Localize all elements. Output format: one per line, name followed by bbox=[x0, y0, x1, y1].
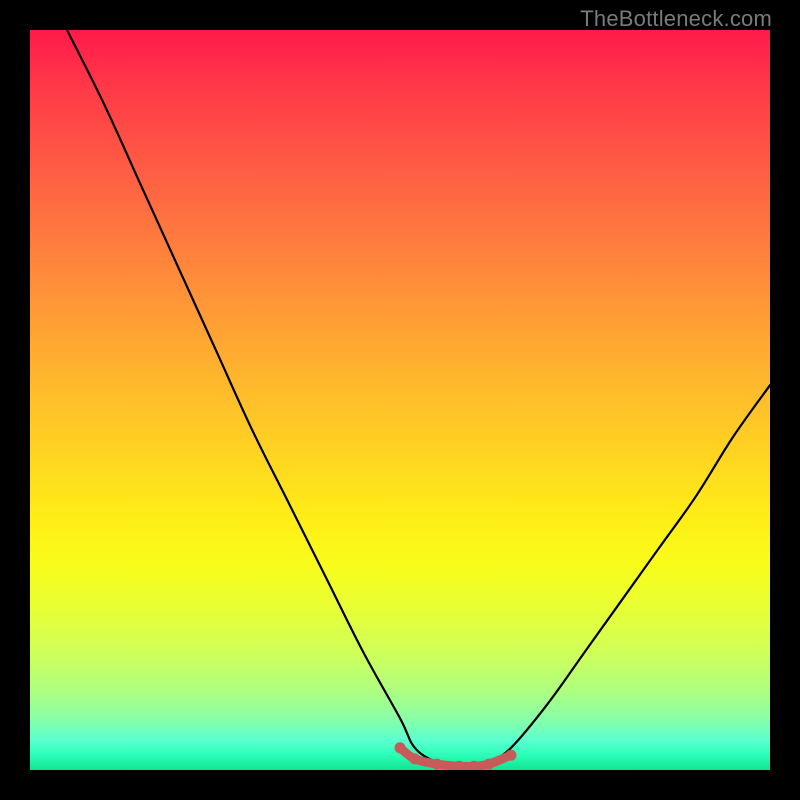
bottleneck-curve-path bbox=[67, 30, 770, 770]
optimal-range-point bbox=[395, 742, 406, 753]
curve-layer bbox=[30, 30, 770, 770]
optimal-range-point bbox=[432, 759, 443, 770]
optimal-range-point bbox=[409, 753, 420, 764]
plot-area bbox=[30, 30, 770, 770]
optimal-range-point bbox=[483, 759, 494, 770]
watermark-text: TheBottleneck.com bbox=[580, 6, 772, 32]
optimal-range-point bbox=[506, 750, 517, 761]
chart-frame: TheBottleneck.com bbox=[0, 0, 800, 800]
